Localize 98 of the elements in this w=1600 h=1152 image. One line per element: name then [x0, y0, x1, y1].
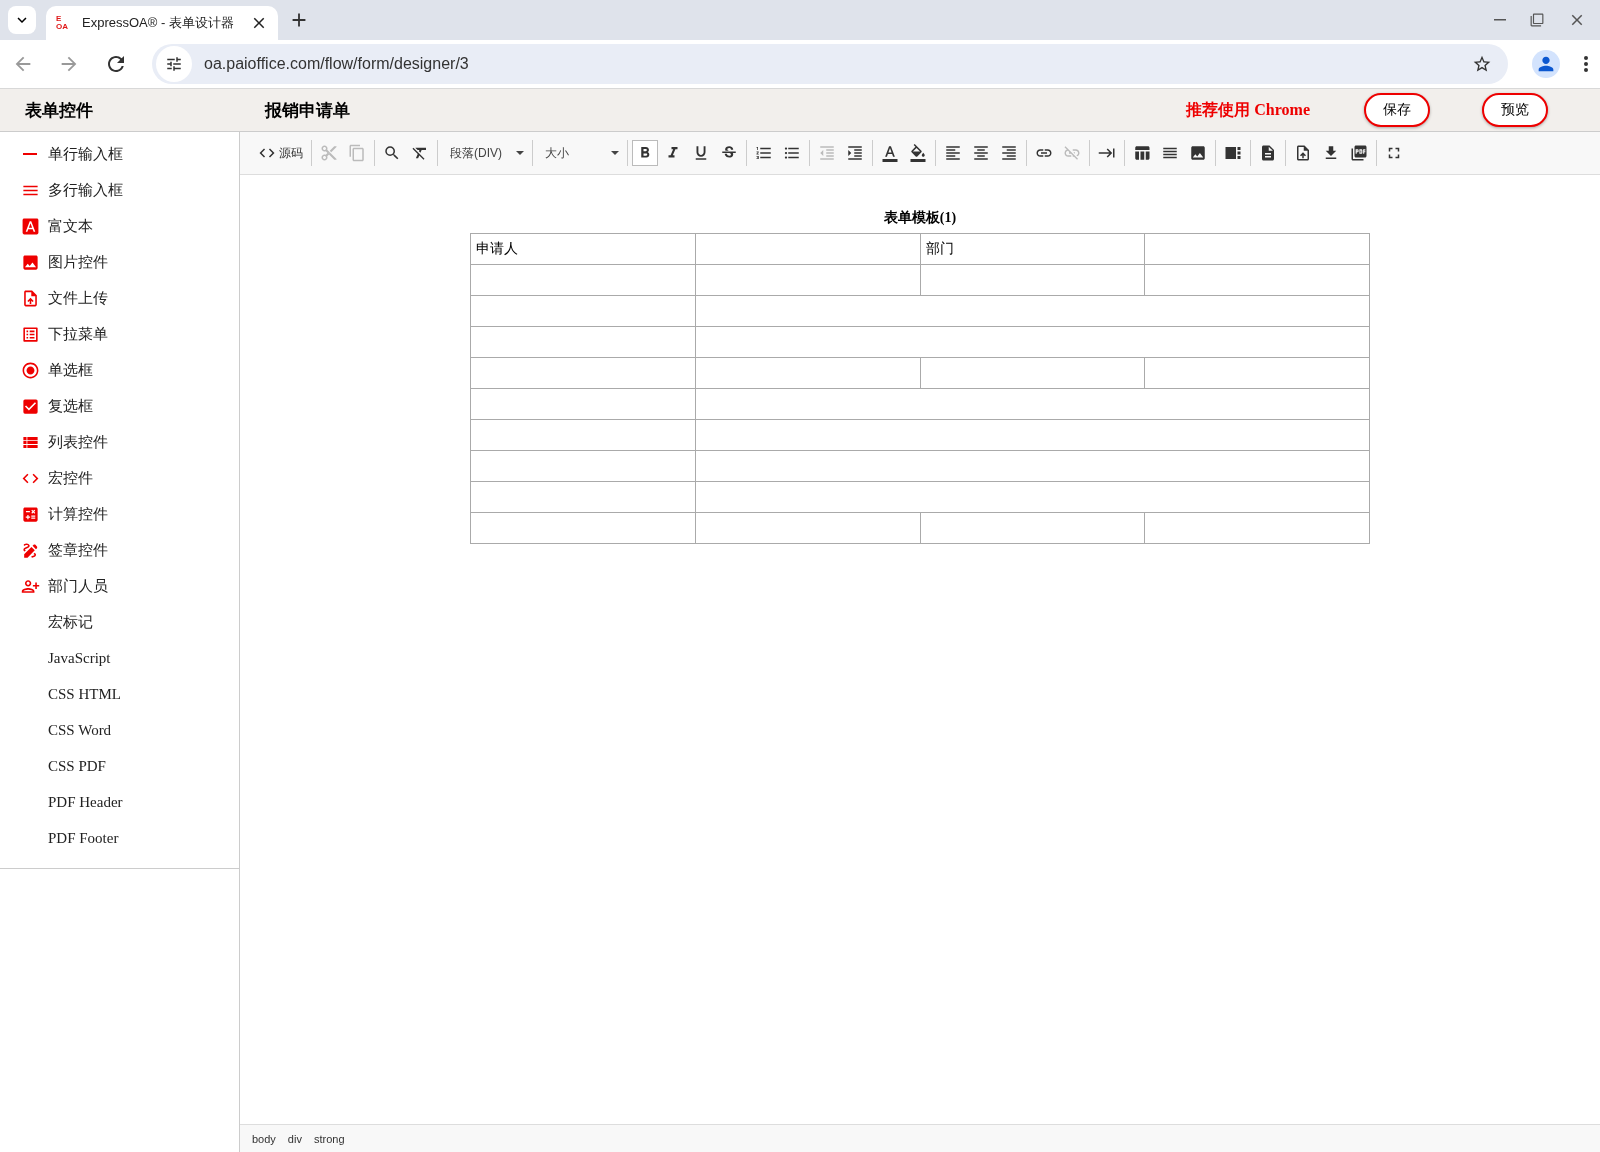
numbered-list-icon: [755, 144, 773, 162]
scissors-icon: [320, 144, 338, 162]
table-icon: [1133, 144, 1151, 162]
toolbar-button[interactable]: [632, 140, 658, 166]
sidebar-item-label: 宏标记: [48, 612, 93, 632]
document-title: 表单模板(1): [883, 209, 957, 227]
list-icon: [20, 324, 40, 344]
table-cell: 申请人: [470, 233, 696, 265]
sidebar-item[interactable]: 复选框: [0, 388, 239, 424]
letter-icon: [20, 216, 40, 236]
sidebar-item-label: 复选框: [48, 396, 93, 416]
signature-icon: [20, 540, 40, 560]
element-path-link[interactable]: body: [252, 1132, 276, 1145]
profile-avatar[interactable]: [1532, 50, 1560, 78]
sidebar-item[interactable]: 文件上传: [0, 280, 239, 316]
url-text: oa.paioffice.com/flow/form/designer/3: [204, 55, 470, 73]
save-button[interactable]: 保存: [1364, 93, 1430, 127]
dropdown-arrow-icon: [611, 151, 619, 155]
outdent-icon: [818, 144, 836, 162]
sidebar-item-label: PDF Footer: [48, 829, 119, 847]
sidebar-item[interactable]: 部门人员: [0, 568, 239, 604]
fill-color-icon: [909, 144, 927, 162]
sidebar-item-label: CSS Word: [48, 721, 112, 739]
indent-icon: [846, 144, 864, 162]
sidebar-item-label: 富文本: [48, 216, 93, 236]
document-icon: [1259, 144, 1277, 162]
site-logo: E OA: [56, 15, 69, 31]
file-upload-icon: [1294, 144, 1312, 162]
sidebar-item[interactable]: 富文本: [0, 208, 239, 244]
tab-list-button[interactable]: [8, 6, 36, 34]
sidebar-item[interactable]: 签章控件: [0, 532, 239, 568]
sidebar-item[interactable]: 计算控件: [0, 496, 239, 532]
sidebar-item-label: 列表控件: [48, 432, 108, 452]
sidebar-item[interactable]: PDF Footer: [0, 820, 239, 856]
copy-icon: [348, 144, 366, 162]
browser-tab[interactable]: E OA ExpressOA® - 表单设计器: [46, 6, 278, 40]
sidebar-item[interactable]: 下拉菜单: [0, 316, 239, 352]
sidebar-item-label: 多行输入框: [48, 180, 123, 200]
menu-button[interactable]: [1584, 56, 1588, 72]
align-center-icon: [972, 144, 990, 162]
search-icon: [383, 144, 401, 162]
dash-icon: [23, 153, 37, 155]
tab-title: ExpressOA® - 表单设计器: [82, 14, 235, 32]
dropdown-arrow-icon: [516, 151, 524, 155]
sidebar-item-label: 单选框: [48, 360, 93, 380]
restore-button[interactable]: [1530, 11, 1544, 29]
sidebar-item-label: 单行输入框: [48, 144, 123, 164]
sidebar-item[interactable]: 图片控件: [0, 244, 239, 280]
address-bar[interactable]: oa.paioffice.com/flow/form/designer/3: [152, 44, 1508, 84]
sidebar-item-label: 图片控件: [48, 252, 108, 272]
calculator-icon: [20, 504, 40, 524]
site-settings-button[interactable]: [156, 46, 192, 82]
sidebar-item[interactable]: 宏控件: [0, 460, 239, 496]
form-title: 报销申请单: [263, 99, 351, 122]
sidebar-item-label: 宏控件: [48, 468, 93, 488]
pdf-icon: [1350, 144, 1368, 162]
dropdown[interactable]: 段落(DIV): [442, 140, 528, 166]
sidebar-item-label: 部门人员: [48, 576, 108, 596]
element-path-link[interactable]: div: [287, 1132, 302, 1145]
sidebar-item[interactable]: 多行输入框: [0, 172, 239, 208]
table-cell: 部门: [920, 233, 1145, 265]
align-right-icon: [1000, 144, 1018, 162]
sidebar-item-label: CSS HTML: [48, 685, 121, 703]
image-icon: [1189, 144, 1207, 162]
sidebar-item[interactable]: CSS HTML: [0, 676, 239, 712]
radio-icon: [20, 360, 40, 380]
text-color-icon: [881, 144, 899, 162]
element-path-link[interactable]: strong: [313, 1132, 345, 1145]
checkbox-icon: [20, 396, 40, 416]
sidebar-item-label: PDF Header: [48, 793, 123, 811]
sidebar-item-label: CSS PDF: [48, 757, 106, 775]
sliders-icon: [165, 55, 183, 73]
more-icon: [1584, 56, 1588, 72]
browser-notice: 推荐使用 Chrome: [1186, 99, 1310, 120]
sidebar-item-label: 签章控件: [48, 540, 108, 560]
sidebar-item[interactable]: 单选框: [0, 352, 239, 388]
dropdown[interactable]: 大小: [537, 140, 623, 166]
restore-icon: [1530, 13, 1544, 27]
star-icon: [1472, 54, 1492, 74]
source-button[interactable]: 源码: [254, 140, 307, 166]
unlink-icon: [1063, 144, 1081, 162]
image-icon: [20, 252, 40, 272]
sidebar-item[interactable]: 宏标记: [0, 604, 239, 640]
sidebar-item[interactable]: PDF Header: [0, 784, 239, 820]
align-left-icon: [944, 144, 962, 162]
sidebar-item-label: 计算控件: [48, 504, 108, 524]
sidebar-item[interactable]: 单行输入框: [0, 136, 239, 172]
minimize-icon: [1494, 19, 1506, 21]
sidebar-item-label: 文件上传: [48, 288, 108, 308]
sidebar-item-label: JavaScript: [48, 649, 111, 667]
sidebar-item[interactable]: 列表控件: [0, 424, 239, 460]
preview-button[interactable]: 预览: [1482, 93, 1548, 127]
sidebar-item-label: 下拉菜单: [48, 324, 108, 344]
sidebar-title: 表单控件: [24, 99, 94, 122]
sidebar-item[interactable]: JavaScript: [0, 640, 239, 676]
sidebar-item[interactable]: CSS Word: [0, 712, 239, 748]
bookmark-star-button[interactable]: [1472, 54, 1492, 74]
sidebar-item[interactable]: CSS PDF: [0, 748, 239, 784]
